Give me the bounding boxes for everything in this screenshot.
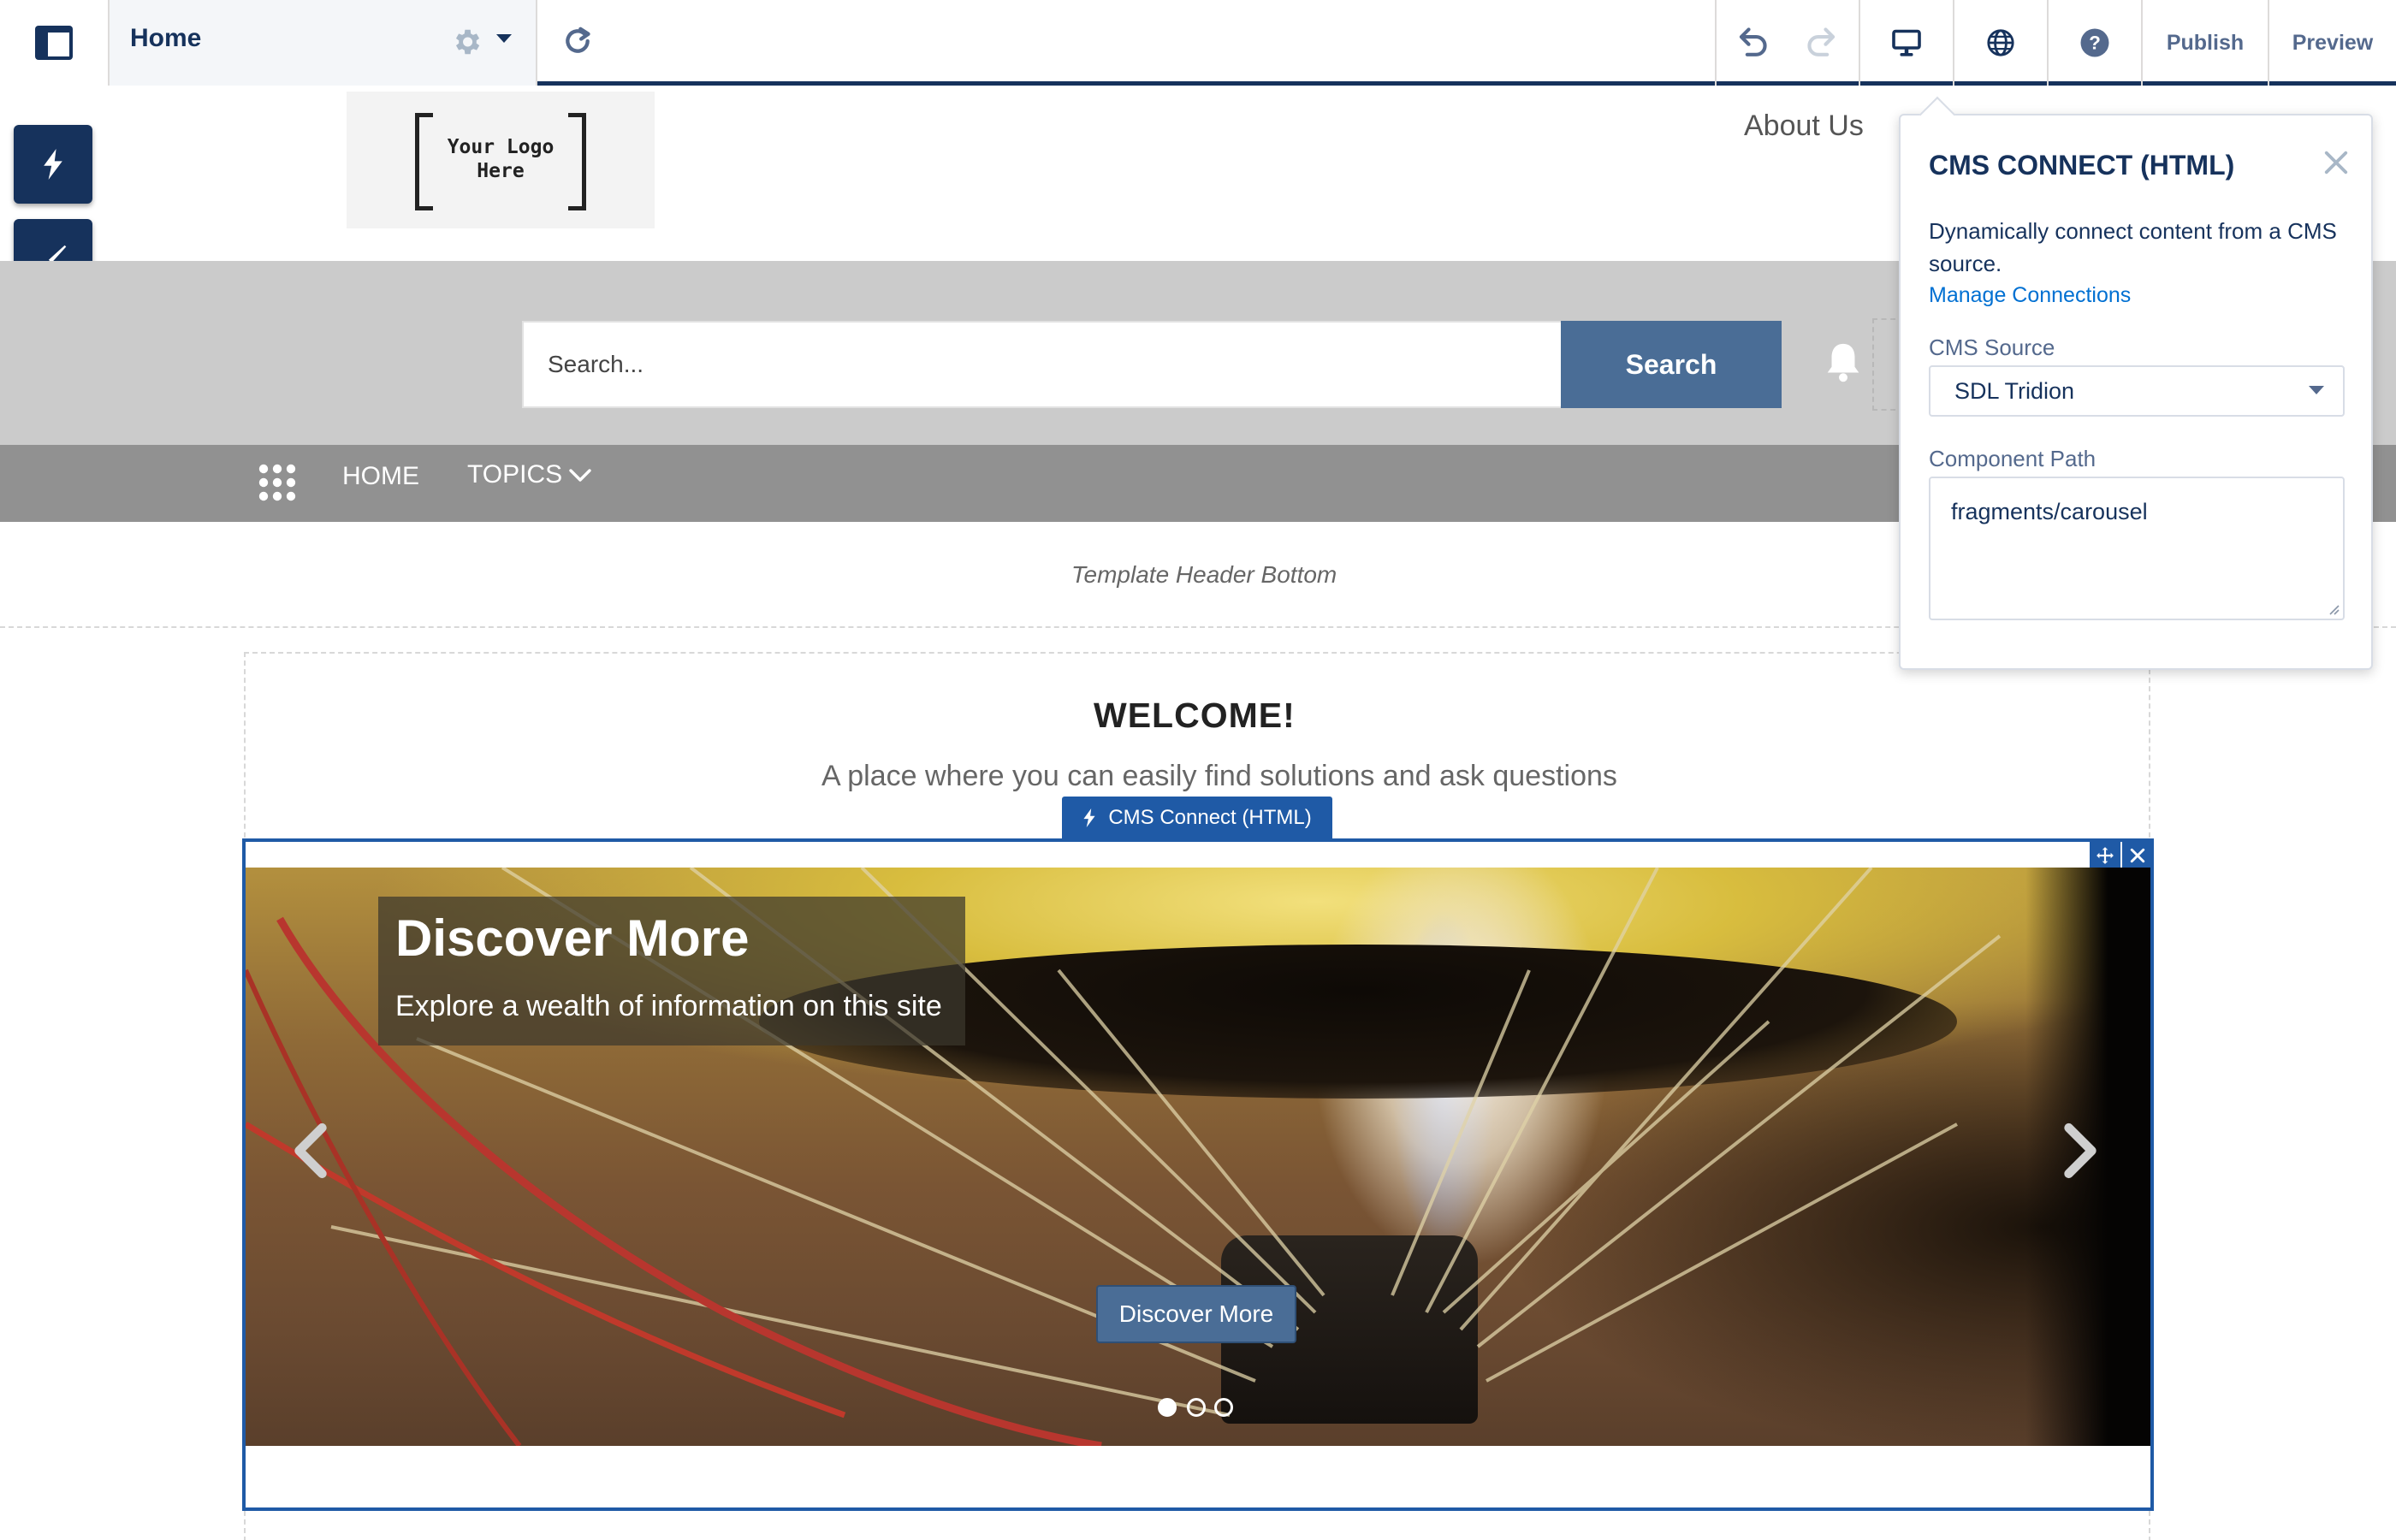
layout-menu-button[interactable] <box>0 0 110 86</box>
page-selector[interactable]: Home <box>110 0 537 86</box>
help-button[interactable]: ? <box>2047 0 2141 86</box>
lightning-icon <box>1083 808 1095 827</box>
nav-item-home[interactable]: HOME <box>342 462 419 491</box>
carousel-cta-button[interactable]: Discover More <box>1096 1285 1296 1343</box>
search-input[interactable]: Search... <box>522 321 1563 408</box>
carousel-caption-title: Discover More <box>395 909 750 967</box>
desktop-icon <box>1892 29 1921 56</box>
carousel-caption-subtitle: Explore a wealth of information on this … <box>395 990 942 1022</box>
site-logo[interactable]: Your Logo Here <box>347 92 655 228</box>
device-preview-button[interactable] <box>1859 0 1953 86</box>
redo-button[interactable] <box>1787 0 1859 86</box>
components-panel-button[interactable] <box>14 125 92 204</box>
bell-icon[interactable] <box>1823 341 1864 383</box>
logo-text-line1: Your Logo <box>447 136 555 158</box>
panel-title: CMS CONNECT (HTML) <box>1929 150 2235 181</box>
publish-button[interactable]: Publish <box>2141 0 2268 86</box>
welcome-tagline: A place where you can easily find soluti… <box>821 760 1617 792</box>
move-icon <box>2096 847 2114 864</box>
panel-description: Dynamically connect content from a CMS s… <box>1929 218 2337 276</box>
component-path-value: fragments/carousel <box>1951 499 2148 524</box>
cms-source-label: CMS Source <box>1929 335 2055 360</box>
caret-down-icon[interactable] <box>495 33 513 44</box>
undo-icon <box>1739 27 1767 56</box>
builder-toolbar: Home ? Publish Preview <box>0 0 2396 86</box>
cms-source-select[interactable]: SDL Tridion <box>1929 365 2345 417</box>
caret-down-icon <box>2309 386 2324 394</box>
welcome-heading: WELCOME! <box>1094 696 1296 735</box>
component-label-tab[interactable]: CMS Connect (HTML) <box>1062 797 1332 839</box>
component-path-label: Component Path <box>1929 446 2096 471</box>
lightning-icon <box>44 149 62 180</box>
delete-component-button[interactable] <box>2122 841 2153 870</box>
gear-icon[interactable] <box>450 26 483 58</box>
about-us-link[interactable]: About Us <box>1744 110 1864 143</box>
current-page-name: Home <box>130 24 202 52</box>
close-icon[interactable] <box>2323 150 2349 175</box>
carousel-dot-1[interactable] <box>1158 1398 1177 1417</box>
logo-text-line2: Here <box>477 160 525 182</box>
close-icon <box>2130 848 2145 863</box>
chevron-right-icon[interactable] <box>2061 1122 2100 1179</box>
refresh-icon[interactable] <box>560 24 595 58</box>
component-label-text: CMS Connect (HTML) <box>1108 806 1312 829</box>
layout-icon <box>35 26 73 60</box>
app-launcher-icon[interactable] <box>257 462 298 503</box>
language-button[interactable] <box>1953 0 2047 86</box>
carousel-dot-3[interactable] <box>1214 1398 1233 1417</box>
component-path-textarea[interactable]: fragments/carousel <box>1929 477 2345 620</box>
carousel-dot-2[interactable] <box>1187 1398 1206 1417</box>
nav-item-topics[interactable]: TOPICS <box>467 460 562 489</box>
logo-placeholder-frame: Your Logo Here <box>415 113 586 210</box>
move-component-button[interactable] <box>2090 841 2120 870</box>
globe-icon <box>1987 29 2014 56</box>
resize-grip-icon[interactable] <box>2326 601 2340 615</box>
manage-connections-link[interactable]: Manage Connections <box>1929 283 2131 308</box>
undo-button[interactable] <box>1715 0 1787 86</box>
search-button[interactable]: Search <box>1561 321 1782 408</box>
chevron-left-icon[interactable] <box>291 1122 330 1179</box>
help-icon: ? <box>2080 28 2109 57</box>
cms-source-value: SDL Tridion <box>1954 377 2075 404</box>
preview-button[interactable]: Preview <box>2268 0 2396 86</box>
chevron-down-icon[interactable] <box>568 467 592 484</box>
redo-icon <box>1807 27 1836 56</box>
svg-text:?: ? <box>2089 33 2101 54</box>
component-property-panel: CMS CONNECT (HTML) Dynamically connect c… <box>1899 114 2373 670</box>
